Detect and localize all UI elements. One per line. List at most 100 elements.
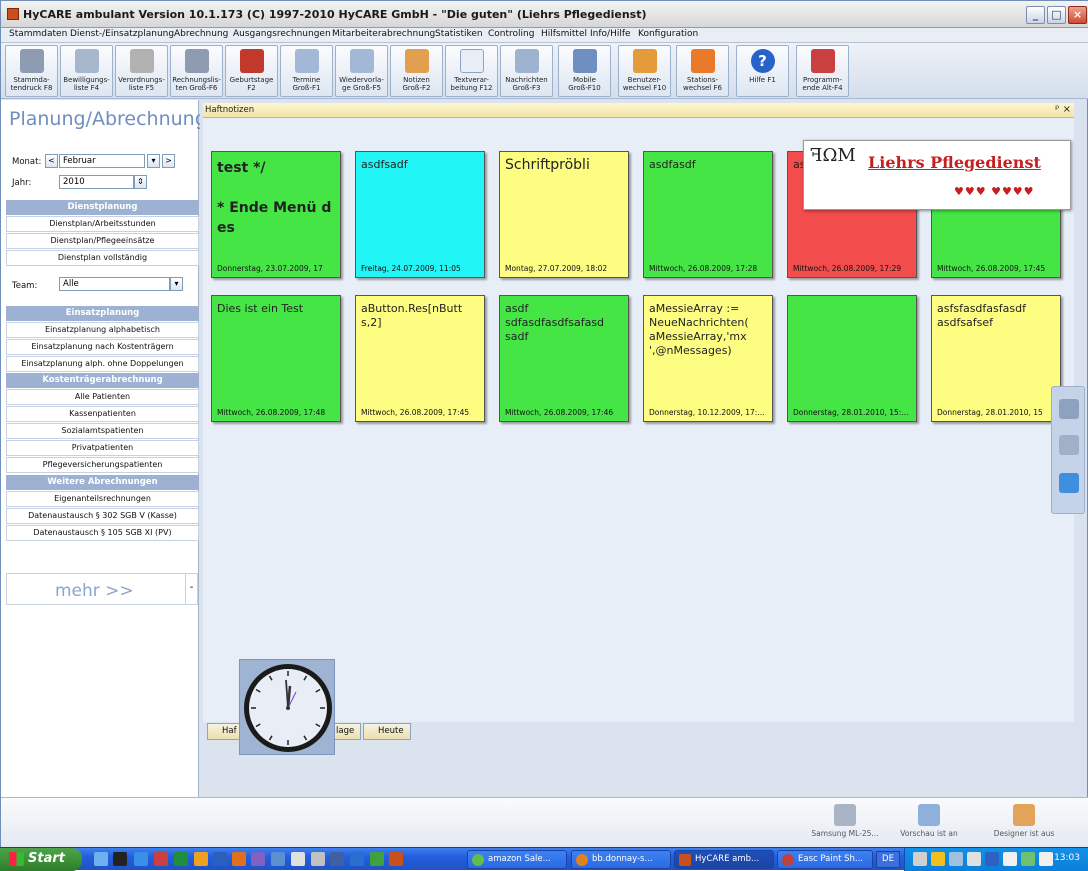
textverarbeitung-button[interactable]: Textverar- beitung F12 <box>445 45 498 97</box>
menu-mitarbeiterabrechnung[interactable]: Mitarbeiterabrechnung <box>332 29 435 39</box>
item-sozialamtspatienten[interactable]: Sozialamtspatienten <box>6 423 199 439</box>
language-indicator[interactable]: DE <box>876 851 900 868</box>
menu-stammdaten[interactable]: Stammdaten <box>9 29 67 39</box>
pin-icon[interactable]: ᵖ <box>1055 104 1059 115</box>
team-dropdown-button[interactable]: ▾ <box>170 277 183 291</box>
item-kassenpatienten[interactable]: Kassenpatienten <box>6 406 199 422</box>
item-datenaustausch-105[interactable]: Datenaustausch § 105 SGB XI (PV) <box>6 525 199 541</box>
sticky-note[interactable]: test */ * Ende Menü des Donnerstag, 23.07… <box>211 151 341 278</box>
tray-warning-icon[interactable] <box>931 852 945 866</box>
programmende-button[interactable]: Programm- ende Alt-F4 <box>796 45 849 97</box>
quicklaunch-app7-icon[interactable] <box>350 852 364 866</box>
month-dropdown-button[interactable]: ▾ <box>147 154 160 168</box>
mobile-button[interactable]: Mobile Groß-F10 <box>558 45 611 97</box>
benutzerwechsel-button[interactable]: Benutzer- wechsel F10 <box>618 45 671 97</box>
menu-abrechnung[interactable]: Abrechnung <box>174 29 228 39</box>
tray-monitor-icon[interactable] <box>985 852 999 866</box>
stammdatendruck-button[interactable]: Stammda- tendruck F8 <box>5 45 58 97</box>
close-icon[interactable]: × <box>1063 104 1071 115</box>
item-einsatzplanung-ohne-doppelungen[interactable]: Einsatzplanung alph. ohne Doppelungen <box>6 356 199 372</box>
designer-toggle-button[interactable]: Designer ist aus <box>984 804 1064 838</box>
sticky-note[interactable]: asdf sdfasdfasdfsafasd sadf Mittwoch, 26.… <box>499 295 629 422</box>
sticky-note[interactable]: aMessieArray := NeueNachrichten( aMessie… <box>643 295 773 422</box>
wiedervorlage-button[interactable]: Wiedervorla- ge Groß-F5 <box>335 45 388 97</box>
item-alle-patienten[interactable]: Alle Patienten <box>6 389 199 405</box>
quicklaunch-hycare-icon[interactable] <box>389 852 403 866</box>
sticky-note[interactable]: asdfsadf Freitag, 24.07.2009, 11:05 <box>355 151 485 278</box>
quicklaunch-excel-icon[interactable] <box>174 852 188 866</box>
sticky-note[interactable]: Donnerstag, 28.01.2010, 15:... <box>787 295 917 422</box>
item-datenaustausch-302[interactable]: Datenaustausch § 302 SGB V (Kasse) <box>6 508 199 524</box>
tray-security-icon[interactable] <box>1021 852 1035 866</box>
menu-hilfsmittel[interactable]: Hilfsmittel <box>541 29 587 39</box>
menu-konfiguration[interactable]: Konfiguration <box>638 29 698 39</box>
tab-haftnotizen[interactable]: Haf <box>207 723 243 740</box>
quicklaunch-firefox-icon[interactable] <box>232 852 246 866</box>
notizen-button[interactable]: Notizen Groß-F2 <box>390 45 443 97</box>
menu-statistiken[interactable]: Statistiken <box>435 29 483 39</box>
month-select[interactable]: Februar <box>59 154 145 168</box>
month-next-button[interactable]: > <box>162 154 175 168</box>
month-prev-button[interactable]: < <box>45 154 58 168</box>
task-bb-donnay[interactable]: bb.donnay-s... <box>571 850 671 869</box>
item-pflegeversicherungspatienten[interactable]: Pflegeversicherungspatienten <box>6 457 199 473</box>
maximize-button[interactable]: □ <box>1047 6 1066 24</box>
team-select[interactable]: Alle <box>59 277 170 291</box>
item-privatpatienten[interactable]: Privatpatienten <box>6 440 199 456</box>
quicklaunch-app-icon[interactable] <box>154 852 168 866</box>
item-dienstplan-pflegeeinsaetze[interactable]: Dienstplan/Pflegeeinsätze <box>6 233 199 249</box>
quicklaunch-app4-icon[interactable] <box>291 852 305 866</box>
termine-button[interactable]: Termine Groß-F1 <box>280 45 333 97</box>
quicklaunch-app3-icon[interactable] <box>271 852 285 866</box>
menu-dienst-einsatzplanung[interactable]: Dienst-/Einsatzplanung <box>70 29 174 39</box>
menu-ausgangsrechnungen[interactable]: Ausgangsrechnungen <box>233 29 331 39</box>
preview-toggle-button[interactable]: Vorschau ist an <box>889 804 969 838</box>
menu-controling[interactable]: Controling <box>488 29 534 39</box>
quicklaunch-app6-icon[interactable] <box>330 852 344 866</box>
quicklaunch-ie2-icon[interactable] <box>134 852 148 866</box>
chat-icon[interactable] <box>1059 473 1079 493</box>
title-bar[interactable]: HyCARE ambulant Version 10.1.173 (C) 199… <box>1 1 1088 28</box>
tray-tools-icon[interactable] <box>913 852 927 866</box>
task-paint-shop[interactable]: Easc Paint Sh... <box>777 850 873 869</box>
tab-heute[interactable]: Heute <box>363 723 411 740</box>
item-einsatzplanung-kostentraeger[interactable]: Einsatzplanung nach Kostenträgern <box>6 339 199 355</box>
search-icon[interactable] <box>1059 435 1079 455</box>
task-hycare[interactable]: HyCARE amb... <box>674 850 774 869</box>
quicklaunch-cmd-icon[interactable] <box>113 852 127 866</box>
tray-network-icon[interactable] <box>949 852 963 866</box>
quicklaunch-app5-icon[interactable] <box>311 852 325 866</box>
item-dienstplan-vollstaendig[interactable]: Dienstplan vollständig <box>6 250 199 266</box>
start-button[interactable]: Start <box>0 848 82 871</box>
stationswechsel-button[interactable]: Stations- wechsel F6 <box>676 45 729 97</box>
edit-icon[interactable] <box>1059 399 1079 419</box>
sticky-note[interactable]: Dies ist ein Test Mittwoch, 26.08.2009, 1… <box>211 295 341 422</box>
tray-app-icon[interactable] <box>967 852 981 866</box>
geburtstage-button[interactable]: Geburtstage F2 <box>225 45 278 97</box>
quicklaunch-app2-icon[interactable] <box>251 852 265 866</box>
quicklaunch-word-icon[interactable] <box>213 852 227 866</box>
quicklaunch-ie-icon[interactable] <box>94 852 108 866</box>
sticky-note[interactable]: Schriftpröbli Montag, 27.07.2009, 18:02 <box>499 151 629 278</box>
close-button[interactable]: × <box>1068 6 1087 24</box>
task-amazon[interactable]: amazon Sale... <box>467 850 567 869</box>
hilfe-button[interactable]: ? Hilfe F1 <box>736 45 789 97</box>
quicklaunch-app8-icon[interactable] <box>370 852 384 866</box>
year-spinner[interactable]: ⇕ <box>134 175 147 189</box>
year-input[interactable]: 2010 <box>59 175 134 189</box>
sticky-note[interactable]: asfsfasdfasfasdf asdfsafsef Donnerstag, 2… <box>931 295 1061 422</box>
item-einsatzplanung-alphabetisch[interactable]: Einsatzplanung alphabetisch <box>6 322 199 338</box>
printer-select-button[interactable]: Samsung ML-25... <box>805 804 885 838</box>
nachrichten-button[interactable]: Nachrichten Groß-F3 <box>500 45 553 97</box>
more-button[interactable]: mehr >> - <box>6 573 198 605</box>
sticky-note[interactable]: aButton.Res[nButt s,2] Mittwoch, 26.08.20… <box>355 295 485 422</box>
sticky-note[interactable]: asdfasdf Mittwoch, 26.08.2009, 17:28 <box>643 151 773 278</box>
minimize-button[interactable]: _ <box>1026 6 1045 24</box>
rechnungslisten-button[interactable]: Rechnungslis- ten Groß-F6 <box>170 45 223 97</box>
bewilligungsliste-button[interactable]: Bewilligungs- liste F4 <box>60 45 113 97</box>
verordnungsliste-button[interactable]: Verordnungs- liste F5 <box>115 45 168 97</box>
quicklaunch-outlook-icon[interactable] <box>194 852 208 866</box>
item-eigenanteilsrechnungen[interactable]: Eigenanteilsrechnungen <box>6 491 199 507</box>
tray-misc-icon[interactable] <box>1039 852 1053 866</box>
app-icon[interactable] <box>7 8 19 20</box>
